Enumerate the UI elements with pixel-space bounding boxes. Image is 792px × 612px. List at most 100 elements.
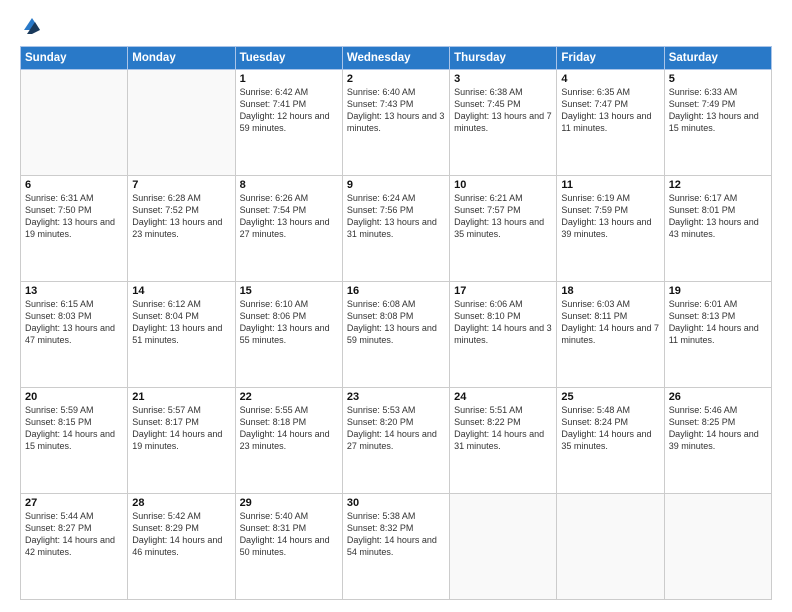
day-number: 14 — [132, 285, 230, 297]
day-number: 2 — [347, 73, 445, 85]
calendar-cell: 16Sunrise: 6:08 AM Sunset: 8:08 PM Dayli… — [342, 282, 449, 388]
calendar-day-header: Monday — [128, 47, 235, 70]
day-info: Sunrise: 6:19 AM Sunset: 7:59 PM Dayligh… — [561, 192, 659, 241]
day-number: 3 — [454, 73, 552, 85]
calendar-cell: 11Sunrise: 6:19 AM Sunset: 7:59 PM Dayli… — [557, 176, 664, 282]
day-info: Sunrise: 6:10 AM Sunset: 8:06 PM Dayligh… — [240, 298, 338, 347]
calendar-cell: 19Sunrise: 6:01 AM Sunset: 8:13 PM Dayli… — [664, 282, 771, 388]
calendar-cell — [21, 70, 128, 176]
calendar-cell: 27Sunrise: 5:44 AM Sunset: 8:27 PM Dayli… — [21, 494, 128, 600]
day-info: Sunrise: 6:40 AM Sunset: 7:43 PM Dayligh… — [347, 86, 445, 135]
day-number: 25 — [561, 391, 659, 403]
day-info: Sunrise: 6:21 AM Sunset: 7:57 PM Dayligh… — [454, 192, 552, 241]
calendar-cell — [128, 70, 235, 176]
day-info: Sunrise: 6:38 AM Sunset: 7:45 PM Dayligh… — [454, 86, 552, 135]
calendar-cell: 26Sunrise: 5:46 AM Sunset: 8:25 PM Dayli… — [664, 388, 771, 494]
day-info: Sunrise: 6:03 AM Sunset: 8:11 PM Dayligh… — [561, 298, 659, 347]
day-info: Sunrise: 6:15 AM Sunset: 8:03 PM Dayligh… — [25, 298, 123, 347]
day-info: Sunrise: 5:53 AM Sunset: 8:20 PM Dayligh… — [347, 404, 445, 453]
day-number: 21 — [132, 391, 230, 403]
calendar-cell: 2Sunrise: 6:40 AM Sunset: 7:43 PM Daylig… — [342, 70, 449, 176]
day-number: 1 — [240, 73, 338, 85]
day-info: Sunrise: 6:26 AM Sunset: 7:54 PM Dayligh… — [240, 192, 338, 241]
logo — [20, 16, 42, 36]
calendar-cell: 7Sunrise: 6:28 AM Sunset: 7:52 PM Daylig… — [128, 176, 235, 282]
day-info: Sunrise: 5:40 AM Sunset: 8:31 PM Dayligh… — [240, 510, 338, 559]
calendar-cell: 13Sunrise: 6:15 AM Sunset: 8:03 PM Dayli… — [21, 282, 128, 388]
calendar-cell: 20Sunrise: 5:59 AM Sunset: 8:15 PM Dayli… — [21, 388, 128, 494]
day-info: Sunrise: 6:08 AM Sunset: 8:08 PM Dayligh… — [347, 298, 445, 347]
calendar-cell: 15Sunrise: 6:10 AM Sunset: 8:06 PM Dayli… — [235, 282, 342, 388]
day-number: 6 — [25, 179, 123, 191]
day-number: 20 — [25, 391, 123, 403]
day-info: Sunrise: 6:33 AM Sunset: 7:49 PM Dayligh… — [669, 86, 767, 135]
calendar-cell: 17Sunrise: 6:06 AM Sunset: 8:10 PM Dayli… — [450, 282, 557, 388]
day-info: Sunrise: 6:01 AM Sunset: 8:13 PM Dayligh… — [669, 298, 767, 347]
calendar-day-header: Wednesday — [342, 47, 449, 70]
calendar-cell: 6Sunrise: 6:31 AM Sunset: 7:50 PM Daylig… — [21, 176, 128, 282]
day-number: 10 — [454, 179, 552, 191]
day-info: Sunrise: 5:55 AM Sunset: 8:18 PM Dayligh… — [240, 404, 338, 453]
day-number: 7 — [132, 179, 230, 191]
calendar-cell: 3Sunrise: 6:38 AM Sunset: 7:45 PM Daylig… — [450, 70, 557, 176]
calendar-cell: 4Sunrise: 6:35 AM Sunset: 7:47 PM Daylig… — [557, 70, 664, 176]
day-info: Sunrise: 6:35 AM Sunset: 7:47 PM Dayligh… — [561, 86, 659, 135]
day-info: Sunrise: 5:38 AM Sunset: 8:32 PM Dayligh… — [347, 510, 445, 559]
day-number: 22 — [240, 391, 338, 403]
calendar-cell: 5Sunrise: 6:33 AM Sunset: 7:49 PM Daylig… — [664, 70, 771, 176]
calendar-cell: 29Sunrise: 5:40 AM Sunset: 8:31 PM Dayli… — [235, 494, 342, 600]
page: SundayMondayTuesdayWednesdayThursdayFrid… — [0, 0, 792, 612]
calendar-week-row: 13Sunrise: 6:15 AM Sunset: 8:03 PM Dayli… — [21, 282, 772, 388]
day-info: Sunrise: 5:44 AM Sunset: 8:27 PM Dayligh… — [25, 510, 123, 559]
calendar-table: SundayMondayTuesdayWednesdayThursdayFrid… — [20, 46, 772, 600]
calendar-cell: 24Sunrise: 5:51 AM Sunset: 8:22 PM Dayli… — [450, 388, 557, 494]
calendar-cell: 22Sunrise: 5:55 AM Sunset: 8:18 PM Dayli… — [235, 388, 342, 494]
day-number: 13 — [25, 285, 123, 297]
day-number: 28 — [132, 497, 230, 509]
day-number: 9 — [347, 179, 445, 191]
day-info: Sunrise: 5:51 AM Sunset: 8:22 PM Dayligh… — [454, 404, 552, 453]
calendar-cell: 1Sunrise: 6:42 AM Sunset: 7:41 PM Daylig… — [235, 70, 342, 176]
day-number: 26 — [669, 391, 767, 403]
calendar-cell: 30Sunrise: 5:38 AM Sunset: 8:32 PM Dayli… — [342, 494, 449, 600]
calendar-week-row: 1Sunrise: 6:42 AM Sunset: 7:41 PM Daylig… — [21, 70, 772, 176]
calendar-day-header: Sunday — [21, 47, 128, 70]
calendar-day-header: Tuesday — [235, 47, 342, 70]
day-info: Sunrise: 6:17 AM Sunset: 8:01 PM Dayligh… — [669, 192, 767, 241]
day-info: Sunrise: 6:06 AM Sunset: 8:10 PM Dayligh… — [454, 298, 552, 347]
day-number: 17 — [454, 285, 552, 297]
day-number: 29 — [240, 497, 338, 509]
calendar-cell — [557, 494, 664, 600]
day-info: Sunrise: 6:42 AM Sunset: 7:41 PM Dayligh… — [240, 86, 338, 135]
day-info: Sunrise: 5:46 AM Sunset: 8:25 PM Dayligh… — [669, 404, 767, 453]
day-number: 12 — [669, 179, 767, 191]
calendar-day-header: Thursday — [450, 47, 557, 70]
day-info: Sunrise: 5:59 AM Sunset: 8:15 PM Dayligh… — [25, 404, 123, 453]
day-number: 23 — [347, 391, 445, 403]
calendar-header-row: SundayMondayTuesdayWednesdayThursdayFrid… — [21, 47, 772, 70]
header — [20, 16, 772, 36]
calendar-cell — [664, 494, 771, 600]
day-number: 11 — [561, 179, 659, 191]
calendar-cell: 10Sunrise: 6:21 AM Sunset: 7:57 PM Dayli… — [450, 176, 557, 282]
day-number: 8 — [240, 179, 338, 191]
calendar-week-row: 20Sunrise: 5:59 AM Sunset: 8:15 PM Dayli… — [21, 388, 772, 494]
calendar-cell: 14Sunrise: 6:12 AM Sunset: 8:04 PM Dayli… — [128, 282, 235, 388]
calendar-cell: 28Sunrise: 5:42 AM Sunset: 8:29 PM Dayli… — [128, 494, 235, 600]
day-number: 30 — [347, 497, 445, 509]
day-number: 27 — [25, 497, 123, 509]
calendar-cell — [450, 494, 557, 600]
calendar-week-row: 6Sunrise: 6:31 AM Sunset: 7:50 PM Daylig… — [21, 176, 772, 282]
calendar-week-row: 27Sunrise: 5:44 AM Sunset: 8:27 PM Dayli… — [21, 494, 772, 600]
calendar-cell: 25Sunrise: 5:48 AM Sunset: 8:24 PM Dayli… — [557, 388, 664, 494]
calendar-cell: 12Sunrise: 6:17 AM Sunset: 8:01 PM Dayli… — [664, 176, 771, 282]
day-info: Sunrise: 5:57 AM Sunset: 8:17 PM Dayligh… — [132, 404, 230, 453]
day-number: 5 — [669, 73, 767, 85]
day-info: Sunrise: 6:12 AM Sunset: 8:04 PM Dayligh… — [132, 298, 230, 347]
day-number: 4 — [561, 73, 659, 85]
day-number: 18 — [561, 285, 659, 297]
calendar-cell: 23Sunrise: 5:53 AM Sunset: 8:20 PM Dayli… — [342, 388, 449, 494]
day-number: 15 — [240, 285, 338, 297]
day-info: Sunrise: 6:31 AM Sunset: 7:50 PM Dayligh… — [25, 192, 123, 241]
day-info: Sunrise: 5:48 AM Sunset: 8:24 PM Dayligh… — [561, 404, 659, 453]
